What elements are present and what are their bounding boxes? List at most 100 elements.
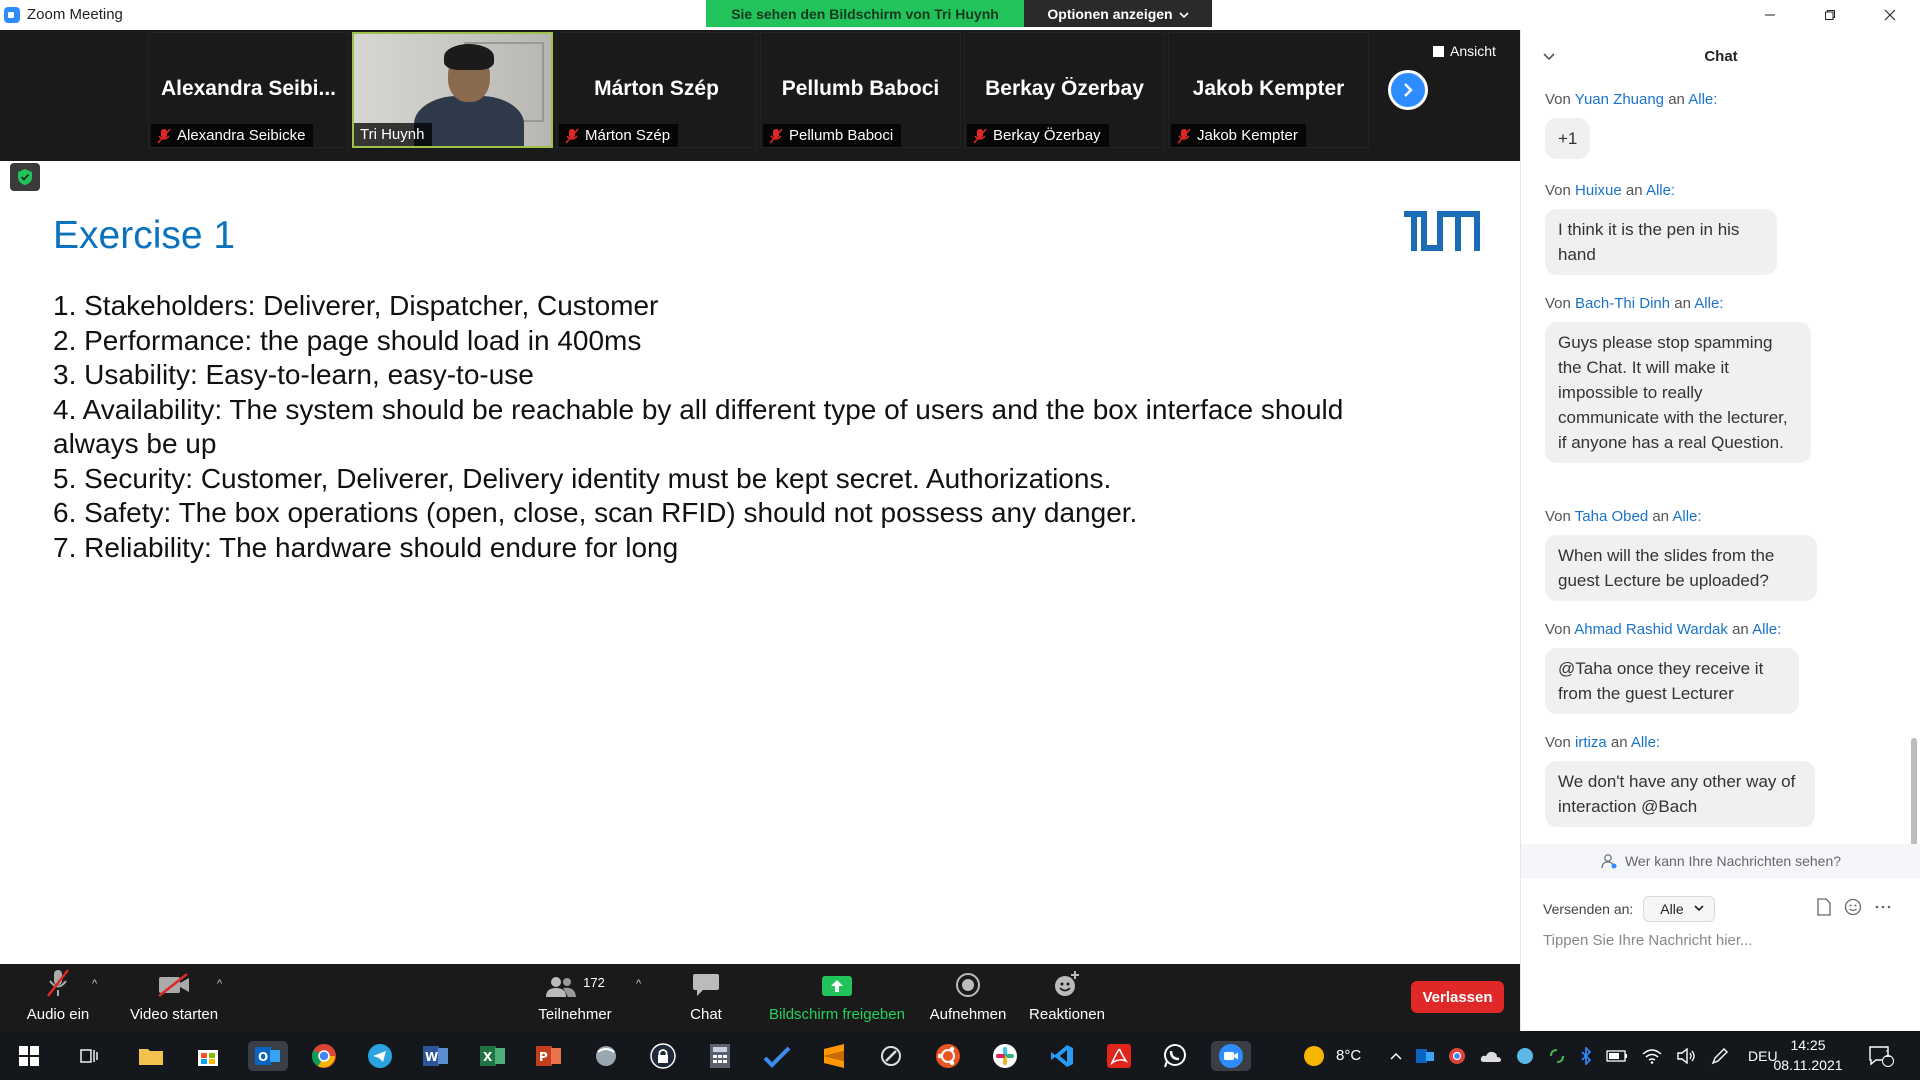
recipient-name[interactable]: Alle:	[1646, 182, 1675, 199]
sender-name[interactable]: Yuan Zhuang	[1575, 91, 1664, 108]
file-explorer-icon[interactable]	[136, 1041, 166, 1071]
view-options-button[interactable]: Optionen anzeigen	[1024, 0, 1212, 27]
audio-options-caret[interactable]: ^	[92, 978, 97, 990]
recipient-name[interactable]: Alle:	[1631, 734, 1660, 751]
chat-message-meta: Von Huixue an Alle:	[1545, 182, 1777, 199]
store-icon[interactable]	[193, 1041, 223, 1071]
participants-button[interactable]: 172 Teilnehmer	[530, 964, 620, 1031]
calculator-icon[interactable]	[705, 1041, 735, 1071]
reactions-button[interactable]: Reaktionen	[1024, 964, 1110, 1031]
whatsapp-icon[interactable]	[1160, 1041, 1190, 1071]
chrome-tray-icon[interactable]	[1448, 1047, 1466, 1065]
view-button-label: Ansicht	[1450, 43, 1496, 59]
participant-tile-video[interactable]: Tri Huynh	[352, 32, 553, 148]
sync-icon[interactable]	[1548, 1047, 1566, 1065]
pen-icon[interactable]	[1710, 1046, 1730, 1066]
notification-center-button[interactable]: 1	[1868, 1031, 1894, 1080]
excel-icon[interactable]: X	[478, 1041, 508, 1071]
sender-name[interactable]: Bach-Thi Dinh	[1575, 295, 1670, 312]
recipient-name[interactable]: Alle:	[1694, 295, 1723, 312]
record-button[interactable]: Aufnehmen	[922, 964, 1014, 1031]
participant-name: Alexandra Seibi...	[160, 77, 337, 100]
weather-widget[interactable]: 8°C	[1302, 1031, 1361, 1080]
participant-label: Berkay Özerbay	[967, 124, 1109, 147]
participant-tile[interactable]: Alexandra Seibi... Alexandra Seibicke	[148, 32, 349, 148]
sender-name[interactable]: irtiza	[1575, 734, 1607, 751]
chrome-icon[interactable]	[309, 1041, 339, 1071]
chat-message: Von Huixue an Alle: I think it is the pe…	[1545, 182, 1777, 275]
task-view-icon[interactable]	[74, 1041, 104, 1071]
meeting-toolbar: Audio ein ^ Video starten ^ 172 Teilnehm…	[0, 964, 1520, 1031]
minimize-button[interactable]	[1740, 0, 1800, 30]
participants-options-caret[interactable]: ^	[636, 978, 641, 990]
audio-button[interactable]: Audio ein	[18, 964, 98, 1031]
battery-icon[interactable]	[1606, 1049, 1628, 1062]
participant-label: Jakob Kempter	[1171, 124, 1306, 147]
wifi-icon[interactable]	[1642, 1048, 1662, 1064]
clock-time: 14:25	[1790, 1037, 1826, 1053]
chat-message-input[interactable]: Tippen Sie Ihre Nachricht hier...	[1543, 932, 1753, 949]
network-share-icon[interactable]	[1516, 1047, 1534, 1065]
close-button[interactable]	[1860, 0, 1920, 30]
video-options-caret[interactable]: ^	[217, 978, 222, 990]
muted-mic-icon	[157, 128, 171, 144]
zoom-taskbar-icon[interactable]	[1211, 1041, 1251, 1071]
sun-icon	[1304, 1045, 1324, 1066]
participant-tile[interactable]: Jakob Kempter Jakob Kempter	[1168, 32, 1369, 148]
taskbar-clock[interactable]: 14:25 08.11.2021	[1762, 1035, 1854, 1075]
word-icon[interactable]: W	[421, 1041, 451, 1071]
ubuntu-icon[interactable]	[933, 1041, 963, 1071]
to-word: an	[1674, 295, 1691, 312]
share-screen-button-label: Bildschirm freigeben	[769, 1006, 905, 1023]
chat-button[interactable]: Chat	[676, 964, 736, 1031]
audio-button-label: Audio ein	[26, 1006, 90, 1023]
security-shield-icon[interactable]	[10, 163, 40, 191]
volume-icon[interactable]	[1676, 1047, 1696, 1064]
vpn-lock-icon[interactable]	[648, 1041, 678, 1071]
chat-tools	[1816, 898, 1892, 916]
next-page-button[interactable]	[1388, 70, 1428, 110]
recipient-name[interactable]: Alle:	[1752, 621, 1781, 638]
muted-mic-icon	[973, 128, 987, 144]
participant-label: Tri Huynh	[354, 123, 433, 146]
start-button[interactable]	[14, 1041, 44, 1071]
maximize-button[interactable]	[1800, 0, 1860, 30]
who-can-see-link[interactable]: Wer kann Ihre Nachrichten sehen?	[1521, 844, 1920, 878]
more-options-icon[interactable]	[1874, 898, 1892, 916]
vscode-icon[interactable]	[1047, 1041, 1077, 1071]
powerpoint-icon[interactable]: P	[534, 1041, 564, 1071]
share-screen-button[interactable]: Bildschirm freigeben	[762, 964, 912, 1031]
window-title: Zoom Meeting	[27, 6, 123, 23]
participant-tile[interactable]: Pellumb Baboci Pellumb Baboci	[760, 32, 961, 148]
participant-tile[interactable]: Berkay Özerbay Berkay Özerbay	[964, 32, 1165, 148]
file-icon[interactable]	[1816, 898, 1832, 916]
leave-meeting-button[interactable]: Verlassen	[1411, 981, 1504, 1013]
sender-name[interactable]: Ahmad Rashid Wardak	[1574, 621, 1728, 638]
acrobat-icon[interactable]	[1104, 1041, 1134, 1071]
slack-icon[interactable]	[990, 1041, 1020, 1071]
windows-taskbar: O W X P 8°C DEU 14:25 08.11.2021 1	[0, 1031, 1920, 1080]
outlook-tray-icon[interactable]	[1416, 1048, 1434, 1064]
sender-name[interactable]: Huixue	[1575, 182, 1622, 199]
todo-icon[interactable]	[762, 1041, 792, 1071]
snipping-tool-icon[interactable]	[591, 1041, 621, 1071]
sublime-text-icon[interactable]	[819, 1041, 849, 1071]
recipient-name[interactable]: Alle:	[1672, 508, 1701, 525]
emoji-icon[interactable]	[1844, 898, 1862, 916]
from-prefix: Von	[1545, 182, 1571, 199]
video-button[interactable]: Video starten	[124, 964, 224, 1031]
outlook-icon[interactable]: O	[248, 1041, 288, 1071]
onedrive-icon[interactable]	[1480, 1049, 1502, 1063]
bluetooth-icon[interactable]	[1580, 1046, 1592, 1065]
recipient-dropdown[interactable]: Alle	[1643, 896, 1715, 922]
show-hidden-icons-chevron[interactable]	[1390, 1051, 1402, 1061]
telegram-icon[interactable]	[365, 1041, 395, 1071]
view-button[interactable]: Ansicht	[1433, 43, 1496, 59]
recipient-name[interactable]: Alle:	[1688, 91, 1717, 108]
participant-tile[interactable]: Márton Szép Márton Szép	[556, 32, 757, 148]
tools-icon[interactable]	[876, 1041, 906, 1071]
slide-bullet: 2. Performance: the page should load in …	[53, 324, 642, 356]
chat-message: Von Ahmad Rashid Wardak an Alle: @Taha o…	[1545, 621, 1799, 714]
sender-name[interactable]: Taha Obed	[1575, 508, 1648, 525]
chat-message-meta: Von Yuan Zhuang an Alle:	[1545, 91, 1717, 108]
